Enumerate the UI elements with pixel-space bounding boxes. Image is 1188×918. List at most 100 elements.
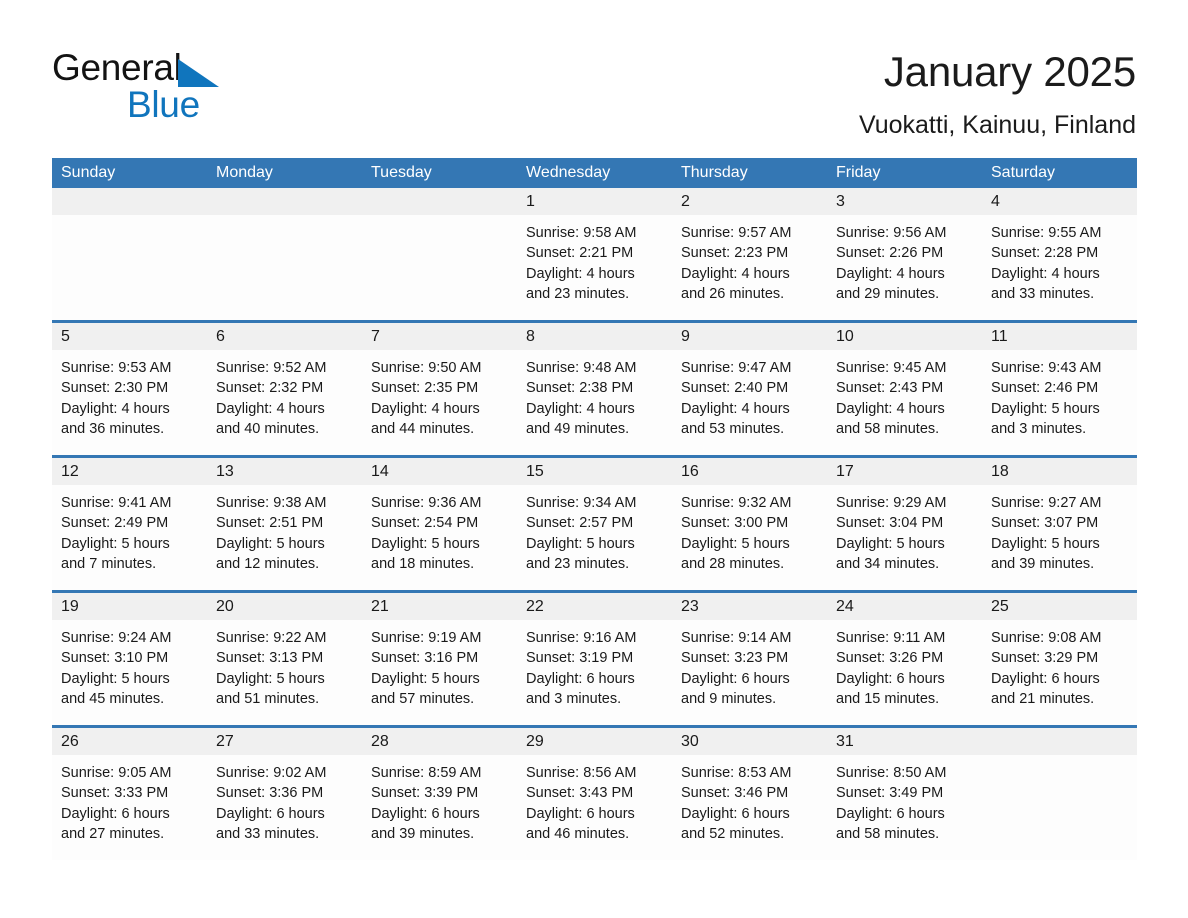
- day-cell-9[interactable]: 9 Sunrise: 9:47 AM Sunset: 2:40 PM Daylight…: [672, 323, 827, 455]
- sunrise-text: Sunrise: 9:29 AM: [836, 495, 947, 511]
- daylight-text-line2: and 34 minutes.: [836, 556, 940, 573]
- daylight-text-line2: and 39 minutes.: [991, 556, 1095, 573]
- daylight-text-line1: Daylight: 6 hours: [526, 670, 635, 687]
- daylight-text-line2: and 57 minutes.: [371, 691, 475, 708]
- day-details: Sunrise: 9:27 AM Sunset: 3:07 PM Daylight:…: [982, 485, 1137, 575]
- sunrise-text: Sunrise: 9:56 AM: [836, 225, 947, 241]
- sunrise-text: Sunrise: 9:34 AM: [526, 495, 637, 511]
- day-cell-30[interactable]: 30 Sunrise: 8:53 AM Sunset: 3:46 PM Dayligh…: [672, 728, 827, 860]
- daylight-text-line1: Daylight: 4 hours: [216, 400, 325, 417]
- day-cell-13[interactable]: 13 Sunrise: 9:38 AM Sunset: 2:51 PM Dayligh…: [207, 458, 362, 590]
- daylight-text-line1: Daylight: 5 hours: [526, 535, 635, 552]
- daylight-text-line1: Daylight: 4 hours: [836, 265, 945, 282]
- weekday-header-saturday: Saturday: [991, 164, 1056, 181]
- day-cell-6[interactable]: 6 Sunrise: 9:52 AM Sunset: 2:32 PM Daylight…: [207, 323, 362, 455]
- sunset-text: Sunset: 2:54 PM: [371, 515, 479, 532]
- day-details: Sunrise: 9:22 AM Sunset: 3:13 PM Daylight:…: [207, 620, 362, 710]
- day-cell-27[interactable]: 27 Sunrise: 9:02 AM Sunset: 3:36 PM Dayligh…: [207, 728, 362, 860]
- brand-name-blue: Blue: [127, 84, 200, 125]
- sunset-text: Sunset: 3:00 PM: [681, 515, 789, 532]
- day-details: Sunrise: 8:59 AM Sunset: 3:39 PM Daylight:…: [362, 755, 517, 845]
- sunset-text: Sunset: 2:30 PM: [61, 380, 169, 397]
- day-cell-17[interactable]: 17 Sunrise: 9:29 AM Sunset: 3:04 PM Dayligh…: [827, 458, 982, 590]
- day-number: [52, 188, 207, 215]
- day-cell-18[interactable]: 18 Sunrise: 9:27 AM Sunset: 3:07 PM Dayligh…: [982, 458, 1137, 590]
- day-details: Sunrise: 9:41 AM Sunset: 2:49 PM Daylight:…: [52, 485, 207, 575]
- day-cell-2[interactable]: 2 Sunrise: 9:57 AM Sunset: 2:23 PM Daylight…: [672, 188, 827, 320]
- day-cell-28[interactable]: 28 Sunrise: 8:59 AM Sunset: 3:39 PM Dayligh…: [362, 728, 517, 860]
- calendar-week-row: 26 Sunrise: 9:05 AM Sunset: 3:33 PM Dayligh…: [52, 728, 1137, 860]
- day-cell-20[interactable]: 20 Sunrise: 9:22 AM Sunset: 3:13 PM Dayligh…: [207, 593, 362, 725]
- sunrise-text: Sunrise: 9:50 AM: [371, 360, 482, 376]
- day-details: Sunrise: 9:57 AM Sunset: 2:23 PM Daylight:…: [672, 215, 827, 305]
- day-number: 3: [827, 188, 982, 215]
- sunrise-text: Sunrise: 8:56 AM: [526, 765, 637, 781]
- daylight-text-line1: Daylight: 5 hours: [681, 535, 790, 552]
- day-number: 7: [362, 323, 517, 350]
- sunrise-text: Sunrise: 9:52 AM: [216, 360, 327, 376]
- daylight-text-line1: Daylight: 5 hours: [371, 535, 480, 552]
- daylight-text-line2: and 23 minutes.: [526, 556, 630, 573]
- day-details: Sunrise: 9:45 AM Sunset: 2:43 PM Daylight:…: [827, 350, 982, 440]
- day-cell-empty: [982, 728, 1137, 860]
- weekday-header-friday: Friday: [836, 164, 881, 181]
- day-cell-5[interactable]: 5 Sunrise: 9:53 AM Sunset: 2:30 PM Daylight…: [52, 323, 207, 455]
- daylight-text-line2: and 44 minutes.: [371, 421, 475, 438]
- sunset-text: Sunset: 2:51 PM: [216, 515, 324, 532]
- day-cell-3[interactable]: 3 Sunrise: 9:56 AM Sunset: 2:26 PM Daylight…: [827, 188, 982, 320]
- daylight-text-line2: and 58 minutes.: [836, 421, 940, 438]
- day-cell-19[interactable]: 19 Sunrise: 9:24 AM Sunset: 3:10 PM Dayligh…: [52, 593, 207, 725]
- brand-logo[interactable]: General Blue: [52, 46, 352, 136]
- day-cell-26[interactable]: 26 Sunrise: 9:05 AM Sunset: 3:33 PM Dayligh…: [52, 728, 207, 860]
- sunrise-text: Sunrise: 9:55 AM: [991, 225, 1102, 241]
- sunrise-text: Sunrise: 9:27 AM: [991, 495, 1102, 511]
- day-cell-29[interactable]: 29 Sunrise: 8:56 AM Sunset: 3:43 PM Dayligh…: [517, 728, 672, 860]
- daylight-text-line2: and 7 minutes.: [61, 556, 157, 573]
- day-cell-16[interactable]: 16 Sunrise: 9:32 AM Sunset: 3:00 PM Dayligh…: [672, 458, 827, 590]
- day-cell-11[interactable]: 11 Sunrise: 9:43 AM Sunset: 2:46 PM Dayligh…: [982, 323, 1137, 455]
- day-details: Sunrise: 9:36 AM Sunset: 2:54 PM Daylight:…: [362, 485, 517, 575]
- page-title: January 2025: [883, 48, 1136, 95]
- day-cell-12[interactable]: 12 Sunrise: 9:41 AM Sunset: 2:49 PM Dayligh…: [52, 458, 207, 590]
- brand-name-general: General: [52, 47, 182, 88]
- day-number: 24: [827, 593, 982, 620]
- daylight-text-line2: and 36 minutes.: [61, 421, 165, 438]
- day-details: Sunrise: 9:52 AM Sunset: 2:32 PM Daylight:…: [207, 350, 362, 440]
- day-number: 16: [672, 458, 827, 485]
- sunset-text: Sunset: 3:19 PM: [526, 650, 634, 667]
- day-cell-22[interactable]: 22 Sunrise: 9:16 AM Sunset: 3:19 PM Dayligh…: [517, 593, 672, 725]
- daylight-text-line1: Daylight: 4 hours: [526, 265, 635, 282]
- sunrise-text: Sunrise: 9:14 AM: [681, 630, 792, 646]
- sunset-text: Sunset: 3:39 PM: [371, 785, 479, 802]
- day-cell-14[interactable]: 14 Sunrise: 9:36 AM Sunset: 2:54 PM Dayligh…: [362, 458, 517, 590]
- daylight-text-line2: and 39 minutes.: [371, 826, 475, 843]
- day-number: 4: [982, 188, 1137, 215]
- day-cell-15[interactable]: 15 Sunrise: 9:34 AM Sunset: 2:57 PM Dayligh…: [517, 458, 672, 590]
- day-cell-4[interactable]: 4 Sunrise: 9:55 AM Sunset: 2:28 PM Daylight…: [982, 188, 1137, 320]
- day-details: Sunrise: 9:29 AM Sunset: 3:04 PM Daylight:…: [827, 485, 982, 575]
- day-cell-31[interactable]: 31 Sunrise: 8:50 AM Sunset: 3:49 PM Dayligh…: [827, 728, 982, 860]
- daylight-text-line1: Daylight: 6 hours: [836, 670, 945, 687]
- day-cell-23[interactable]: 23 Sunrise: 9:14 AM Sunset: 3:23 PM Dayligh…: [672, 593, 827, 725]
- day-details: Sunrise: 9:47 AM Sunset: 2:40 PM Daylight:…: [672, 350, 827, 440]
- sunset-text: Sunset: 3:07 PM: [991, 515, 1099, 532]
- daylight-text-line2: and 29 minutes.: [836, 286, 940, 303]
- day-cell-7[interactable]: 7 Sunrise: 9:50 AM Sunset: 2:35 PM Daylight…: [362, 323, 517, 455]
- day-details: Sunrise: 9:55 AM Sunset: 2:28 PM Daylight:…: [982, 215, 1137, 305]
- day-cell-1[interactable]: 1 Sunrise: 9:58 AM Sunset: 2:21 PM Daylight…: [517, 188, 672, 320]
- sunrise-text: Sunrise: 9:57 AM: [681, 225, 792, 241]
- sunrise-text: Sunrise: 9:08 AM: [991, 630, 1102, 646]
- daylight-text-line2: and 28 minutes.: [681, 556, 785, 573]
- day-number: 11: [982, 323, 1137, 350]
- day-number: 31: [827, 728, 982, 755]
- day-cell-25[interactable]: 25 Sunrise: 9:08 AM Sunset: 3:29 PM Dayligh…: [982, 593, 1137, 725]
- day-cell-10[interactable]: 10 Sunrise: 9:45 AM Sunset: 2:43 PM Dayligh…: [827, 323, 982, 455]
- day-details: Sunrise: 9:56 AM Sunset: 2:26 PM Daylight:…: [827, 215, 982, 305]
- daylight-text-line2: and 12 minutes.: [216, 556, 320, 573]
- daylight-text-line2: and 26 minutes.: [681, 286, 785, 303]
- sunset-text: Sunset: 2:38 PM: [526, 380, 634, 397]
- day-cell-24[interactable]: 24 Sunrise: 9:11 AM Sunset: 3:26 PM Dayligh…: [827, 593, 982, 725]
- daylight-text-line1: Daylight: 4 hours: [991, 265, 1100, 282]
- day-cell-8[interactable]: 8 Sunrise: 9:48 AM Sunset: 2:38 PM Daylight…: [517, 323, 672, 455]
- day-cell-21[interactable]: 21 Sunrise: 9:19 AM Sunset: 3:16 PM Dayligh…: [362, 593, 517, 725]
